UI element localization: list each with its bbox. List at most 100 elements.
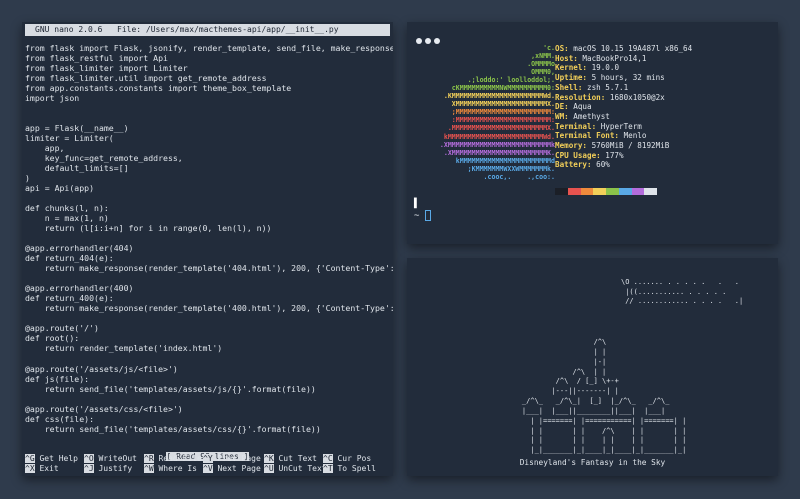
info-row: WM: Amethyst: [555, 112, 692, 122]
shortcut-key: ^R: [144, 454, 154, 463]
info-key: Battery:: [555, 160, 592, 170]
color-swatch: [593, 188, 606, 195]
logo-line: ;KMMMMMMMWXXWMMMMMMMk.: [467, 164, 555, 173]
code-line[interactable]: @app.route('/assets/js/<file>'): [25, 364, 393, 374]
code-line[interactable]: from flask import Flask, jsonify, render…: [25, 43, 393, 53]
code-line[interactable]: key_func=get_remote_address,: [25, 153, 393, 163]
code-line[interactable]: [25, 313, 393, 323]
code-line[interactable]: return send_file('templates/assets/js/{}…: [25, 384, 393, 394]
color-swatch: [618, 188, 632, 195]
code-line[interactable]: limiter = Limiter(: [25, 133, 393, 143]
info-value: 5 hours, 32 mins: [587, 73, 665, 83]
shell-prompt[interactable]: ▌ ~: [414, 199, 431, 222]
color-swatch: [580, 188, 594, 195]
shortcut-key: ^J: [84, 464, 94, 473]
code-line[interactable]: @app.route('/assets/css/<file>'): [25, 404, 393, 414]
nano-shortcut[interactable]: ^W Where Is: [144, 464, 197, 474]
shortcut-label: Where Is: [153, 464, 197, 473]
code-line[interactable]: default_limits=[]: [25, 163, 393, 173]
castle-line: |---||-------| |: [484, 387, 619, 396]
fireworks-line: \O ....... . . . . . . .: [621, 278, 740, 286]
code-line[interactable]: [25, 103, 393, 113]
nano-shortcut[interactable]: ^C Cur Pos: [323, 454, 371, 464]
code-line[interactable]: [25, 273, 393, 283]
info-key: Terminal:: [555, 121, 597, 131]
code-line[interactable]: from flask_limiter.util import get_remot…: [25, 73, 393, 83]
code-line[interactable]: def css(file):: [25, 414, 393, 424]
color-swatch: [631, 188, 645, 195]
logo-line: ,xNMM.: [531, 52, 555, 61]
ascii-art-terminal-window[interactable]: \O ....... . . . . . . . |((........... …: [407, 258, 778, 476]
info-value: 60%: [591, 160, 610, 170]
code-line[interactable]: @app.route('/'): [25, 323, 393, 333]
code-line[interactable]: def return_404(e):: [25, 253, 393, 263]
info-value: Aqua: [568, 102, 592, 112]
logo-line: .KMMMMMMMMMMMMMMMMMMMMMMMWd.: [443, 92, 555, 101]
code-line[interactable]: app = Flask(__name__): [25, 123, 393, 133]
logo-line: OMMM0,: [531, 68, 555, 77]
nano-shortcut[interactable]: ^J Justify: [84, 464, 132, 474]
code-line[interactable]: [25, 113, 393, 123]
code-line[interactable]: [25, 353, 393, 363]
logo-line: :MMMMMMMMMMMMMMMMMMMMMMMM:: [451, 116, 555, 125]
nano-shortcut[interactable]: ^G Get Help: [25, 454, 78, 464]
code-line[interactable]: def root():: [25, 333, 393, 343]
castle-line: /^\ / [_] \+-+: [484, 377, 619, 386]
castle-line: _/^\_ _/^\_| [_] |_/^\_ _/^\_: [484, 397, 670, 406]
shortcut-label: Cur Pos: [332, 454, 372, 463]
code-line[interactable]: [25, 394, 393, 404]
code-line[interactable]: [25, 233, 393, 243]
nano-shortcut[interactable]: ^R Read File: [144, 454, 202, 464]
code-line[interactable]: return make_response(render_template('40…: [25, 263, 393, 273]
code-line[interactable]: from flask_limiter import Limiter: [25, 63, 393, 73]
code-line[interactable]: return send_file('templates/assets/css/{…: [25, 424, 393, 434]
code-line[interactable]: return (l[i:i+n] for i in range(0, len(l…: [25, 223, 393, 233]
code-line[interactable]: def chunks(l, n):: [25, 203, 393, 213]
code-line[interactable]: api = Api(app): [25, 183, 393, 193]
info-value: 177%: [600, 150, 624, 160]
nano-shortcut[interactable]: ^Y Prev Page: [203, 454, 261, 464]
info-key: Host:: [555, 53, 578, 63]
info-key: Shell:: [555, 82, 583, 92]
nano-shortcut[interactable]: ^V Next Page: [203, 464, 261, 474]
nano-editor-window[interactable]: GNU nano 2.0.6 File: /Users/max/mactheme…: [22, 22, 393, 476]
info-key: Terminal Font:: [555, 131, 620, 141]
code-line[interactable]: def js(file):: [25, 374, 393, 384]
shortcut-key: ^Y: [203, 454, 213, 463]
info-key: WM:: [555, 111, 569, 121]
info-value: Menlo: [619, 131, 647, 141]
color-swatch: [555, 188, 568, 195]
castle-line: | | | | /^\ | | | |: [484, 426, 687, 435]
code-line[interactable]: ): [25, 173, 393, 183]
nano-shortcut[interactable]: ^O WriteOut: [84, 454, 137, 464]
code-line[interactable]: from app.constants.constants import them…: [25, 83, 393, 93]
code-line[interactable]: import json: [25, 93, 393, 103]
nano-shortcut[interactable]: ^K Cut Text: [264, 454, 317, 464]
shortcut-key: ^V: [203, 464, 213, 473]
shortcut-key: ^X: [25, 464, 35, 473]
logo-line: .;loddo:' loolloddol;.: [467, 76, 555, 85]
neofetch-terminal-window[interactable]: 'c. ,xNMM. .OMMMMo OMMM0, .;loddo:' loollodd…: [407, 22, 778, 244]
info-key: CPU Usage:: [555, 150, 601, 160]
logo-line: .XMMMMMMMMMMMMMMMMMMMMMMMMK.: [443, 148, 555, 157]
code-line[interactable]: from flask_restful import Api: [25, 53, 393, 63]
info-row: Resolution: 1680x1050@2x: [555, 93, 692, 103]
code-line[interactable]: [25, 193, 393, 203]
code-line[interactable]: n = max(1, n): [25, 213, 393, 223]
info-value: MacBookPro14,1: [577, 53, 647, 63]
code-area[interactable]: from flask import Flask, jsonify, render…: [25, 43, 393, 434]
shortcut-key: ^U: [264, 464, 274, 473]
code-line[interactable]: return make_response(render_template('40…: [25, 303, 393, 313]
info-row: CPU Usage: 177%: [555, 151, 692, 161]
nano-shortcut[interactable]: ^U UnCut Text: [264, 464, 327, 474]
nano-shortcut[interactable]: ^X Exit: [25, 464, 59, 474]
shortcut-key: ^G: [25, 454, 35, 463]
info-value: HyperTerm: [596, 121, 642, 131]
code-line[interactable]: @app.errorhandler(404): [25, 243, 393, 253]
code-line[interactable]: app,: [25, 143, 393, 153]
code-line[interactable]: def return_400(e):: [25, 293, 393, 303]
nano-shortcut[interactable]: ^T To Spell: [323, 464, 376, 474]
code-line[interactable]: return render_template('index.html'): [25, 343, 393, 353]
code-line[interactable]: @app.errorhandler(400): [25, 283, 393, 293]
info-row: Kernel: 19.0.0: [555, 63, 692, 73]
